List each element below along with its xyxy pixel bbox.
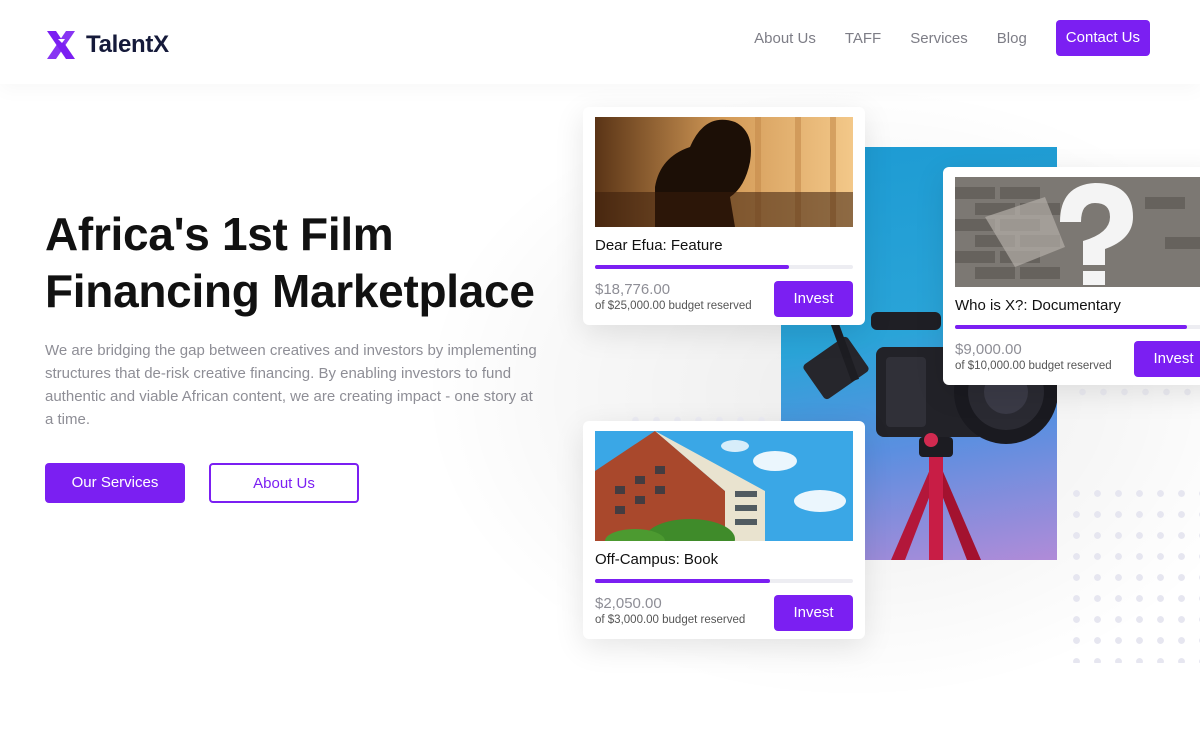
talentx-logo-icon: [47, 31, 75, 59]
hero-title-line-1: Africa's 1st Film: [45, 208, 394, 260]
logo-text: TalentX: [86, 31, 169, 58]
funding-progress-bar: [955, 325, 1200, 329]
funding-progress-fill: [595, 265, 789, 269]
logo[interactable]: TalentX: [45, 29, 169, 61]
project-card: Who is X?: Documentary $9,000.00 of $10,…: [943, 167, 1200, 385]
project-title: Who is X?: Documentary: [955, 297, 1121, 314]
project-card: Dear Efua: Feature $18,776.00 of $25,000…: [583, 107, 865, 325]
invest-button[interactable]: Invest: [774, 281, 853, 317]
our-services-button[interactable]: Our Services: [45, 463, 185, 503]
contact-us-button[interactable]: Contact Us: [1055, 20, 1150, 56]
project-card: Off-Campus: Book $2,050.00 of $3,000.00 …: [583, 421, 865, 639]
project-thumbnail: [595, 117, 853, 227]
decorative-dot-grid: [1066, 483, 1200, 663]
decorative-dots: [1072, 385, 1200, 399]
invest-button[interactable]: Invest: [774, 595, 853, 631]
nav-services[interactable]: Services: [910, 30, 968, 47]
funding-progress-bar: [595, 579, 853, 583]
site-header: TalentX About Us TAFF Services Blog Cont…: [0, 0, 1200, 84]
about-us-button[interactable]: About Us: [209, 463, 359, 503]
funding-progress-fill: [595, 579, 771, 583]
project-title: Off-Campus: Book: [595, 551, 719, 568]
funding-progress-fill: [955, 325, 1188, 329]
nav-blog[interactable]: Blog: [997, 30, 1027, 47]
project-thumbnail: [595, 431, 853, 541]
main-nav: About Us TAFF Services Blog Contact Us: [754, 20, 1150, 56]
project-title: Dear Efua: Feature: [595, 237, 723, 254]
project-thumbnail: [955, 177, 1200, 287]
nav-about-us[interactable]: About Us: [754, 30, 816, 47]
funding-progress-bar: [595, 265, 853, 269]
nav-taff[interactable]: TAFF: [845, 30, 881, 47]
invest-button[interactable]: Invest: [1134, 341, 1200, 377]
